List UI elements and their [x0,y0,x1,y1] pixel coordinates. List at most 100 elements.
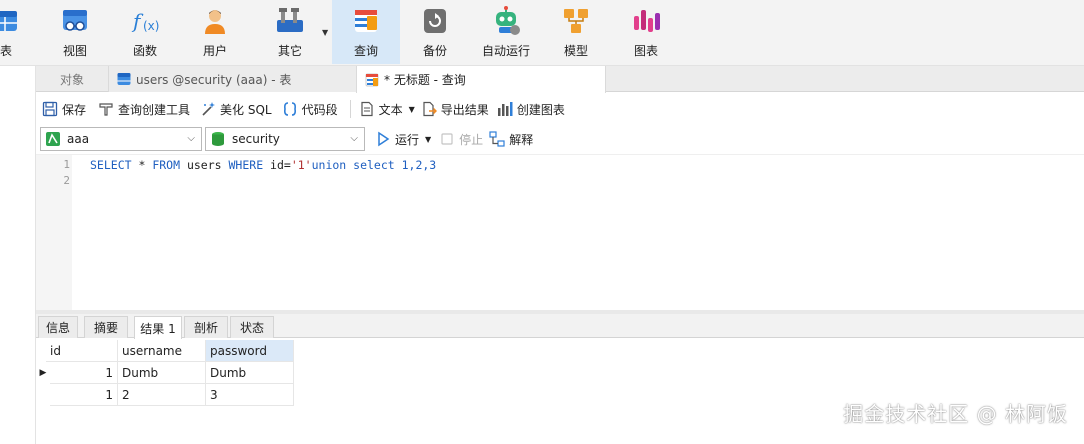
tab-summary[interactable]: 摘要 [84,316,128,338]
stop-button[interactable]: 停止 [439,131,483,148]
tab-untitled-query[interactable]: * 无标题 - 查询 [356,66,606,93]
result-tab-bar: 信息 摘要 结果 1 剖析 状态 [36,314,1084,339]
connection-value: aaa [67,132,90,146]
ribbon-other-button[interactable]: 其它 [265,0,315,64]
database-select[interactable]: security ⌵ [205,127,365,151]
chevron-down-icon: ⌵ [350,133,358,144]
tab-users-table[interactable]: users @security (aaa) - 表 [108,66,356,92]
ribbon-table-button[interactable]: 表 [0,0,26,64]
save-label: 保存 [62,102,87,117]
connection-icon [45,131,61,147]
tab-objects[interactable]: 对象 [36,66,108,92]
chevron-down-icon[interactable]: ▼ [322,28,328,37]
sql-keyword: SELECT [90,158,132,172]
sql-keyword: WHERE [228,158,264,172]
database-icon [210,131,226,147]
table-cell[interactable]: 1 [50,362,118,384]
table-cell[interactable]: 3 [206,384,294,406]
sql-string: '1' [290,158,312,172]
chevron-down-icon: ⌵ [187,133,195,144]
ribbon-label: 其它 [277,44,302,58]
line-number: 1 [63,158,70,171]
beautify-sql-button[interactable]: 美化 SQL [200,101,272,118]
robot-icon [491,6,521,36]
create-chart-button[interactable]: 创建图表 [497,101,565,118]
query-builder-icon [98,101,114,117]
tab-label: users @security (aaa) - 表 [136,72,292,87]
query-icon [365,73,379,87]
table-cell[interactable]: 2 [118,384,206,406]
ribbon-chart-button[interactable]: 图表 [622,0,670,64]
export-icon [421,101,437,117]
run-button[interactable]: 运行 ▼ [375,131,431,148]
user-icon [200,6,230,36]
chevron-down-icon[interactable]: ▼ [409,105,415,114]
document-icon [359,101,375,117]
ribbon-label: 函数 [132,44,157,58]
connection-bar: aaa ⌵ security ⌵ 运行 ▼ 停止 解释 [36,125,1084,153]
table-cell[interactable]: Dumb [118,362,206,384]
sql-text: * [131,158,153,172]
play-icon [375,131,391,147]
save-icon [42,101,58,117]
model-icon [561,6,591,36]
sql-code-line[interactable]: SELECT * FROM users WHERE id='1'union se… [90,158,436,172]
explain-button[interactable]: 解释 [489,131,533,148]
table-cell[interactable]: 1 [50,384,118,406]
tab-result-1[interactable]: 结果 1 [134,316,182,339]
stop-label: 停止 [459,132,484,147]
ribbon-label: 模型 [563,44,588,58]
text-output-button[interactable]: 文本 ▼ [359,101,415,118]
document-tab-bar: 对象 users @security (aaa) - 表 * 无标题 - 查询 [36,66,1084,93]
bar-chart-icon [497,101,513,117]
magic-wand-icon [200,101,216,117]
chevron-down-icon[interactable]: ▼ [425,135,431,144]
backup-icon [420,6,450,36]
ribbon-backup-button[interactable]: 备份 [410,0,460,64]
export-results-label: 导出结果 [440,102,489,117]
run-label: 运行 [395,132,420,147]
ribbon-view-button[interactable]: 视图 [50,0,100,64]
column-header[interactable]: password [206,340,294,362]
code-snippet-label: 代码段 [301,102,338,117]
table-icon [117,72,131,86]
sql-editor[interactable]: 1 2 SELECT * FROM users WHERE id='1'unio… [36,154,1084,311]
ribbon-query-button[interactable]: 查询 [332,0,400,64]
create-chart-label: 创建图表 [516,102,565,117]
ribbon-label: 备份 [422,44,447,58]
tab-info[interactable]: 信息 [38,316,78,338]
chart-icon [631,6,661,36]
beautify-label: 美化 SQL [220,102,272,117]
connection-select[interactable]: aaa ⌵ [40,127,202,151]
function-icon: f (x) [130,6,160,36]
ribbon-automation-button[interactable]: 自动运行 [478,0,534,64]
query-toolbar: 保存 查询创建工具 美化 SQL 代码段 文本 ▼ 导出结果 创建图表 [36,93,1084,125]
sql-keyword: FROM [152,158,181,172]
main-ribbon-toolbar: 表 视图 f (x) 函数 用户 其它 ▼ 查询 备份 自动运行 模型 图表 [0,0,1084,66]
code-snippet-button[interactable]: 代码段 [282,101,338,118]
code-snippet-icon [282,101,298,117]
database-value: security [232,132,280,146]
ribbon-label: 图表 [633,44,658,58]
sql-text: id= [263,158,291,172]
query-builder-button[interactable]: 查询创建工具 [98,101,190,118]
ribbon-label: 自动运行 [481,44,530,58]
tab-status[interactable]: 状态 [230,316,274,338]
stop-icon [439,131,455,147]
line-number-gutter: 1 2 [36,155,72,311]
column-header[interactable]: id [46,340,118,362]
ribbon-function-button[interactable]: f (x) 函数 [120,0,170,64]
text-output-label: 文本 [378,102,403,117]
table-cell[interactable]: Dumb [206,362,294,384]
ribbon-user-button[interactable]: 用户 [190,0,240,64]
ribbon-model-button[interactable]: 模型 [552,0,600,64]
ribbon-label: 用户 [202,44,227,58]
column-header[interactable]: username [118,340,206,362]
save-button[interactable]: 保存 [42,101,86,118]
navigation-pane [0,66,36,444]
watermark: 掘金技术社区 @ 林阿饭 [843,402,1068,426]
export-results-button[interactable]: 导出结果 [421,101,489,118]
query-builder-label: 查询创建工具 [118,102,191,117]
tab-profile[interactable]: 剖析 [184,316,228,338]
explain-icon [489,131,505,147]
